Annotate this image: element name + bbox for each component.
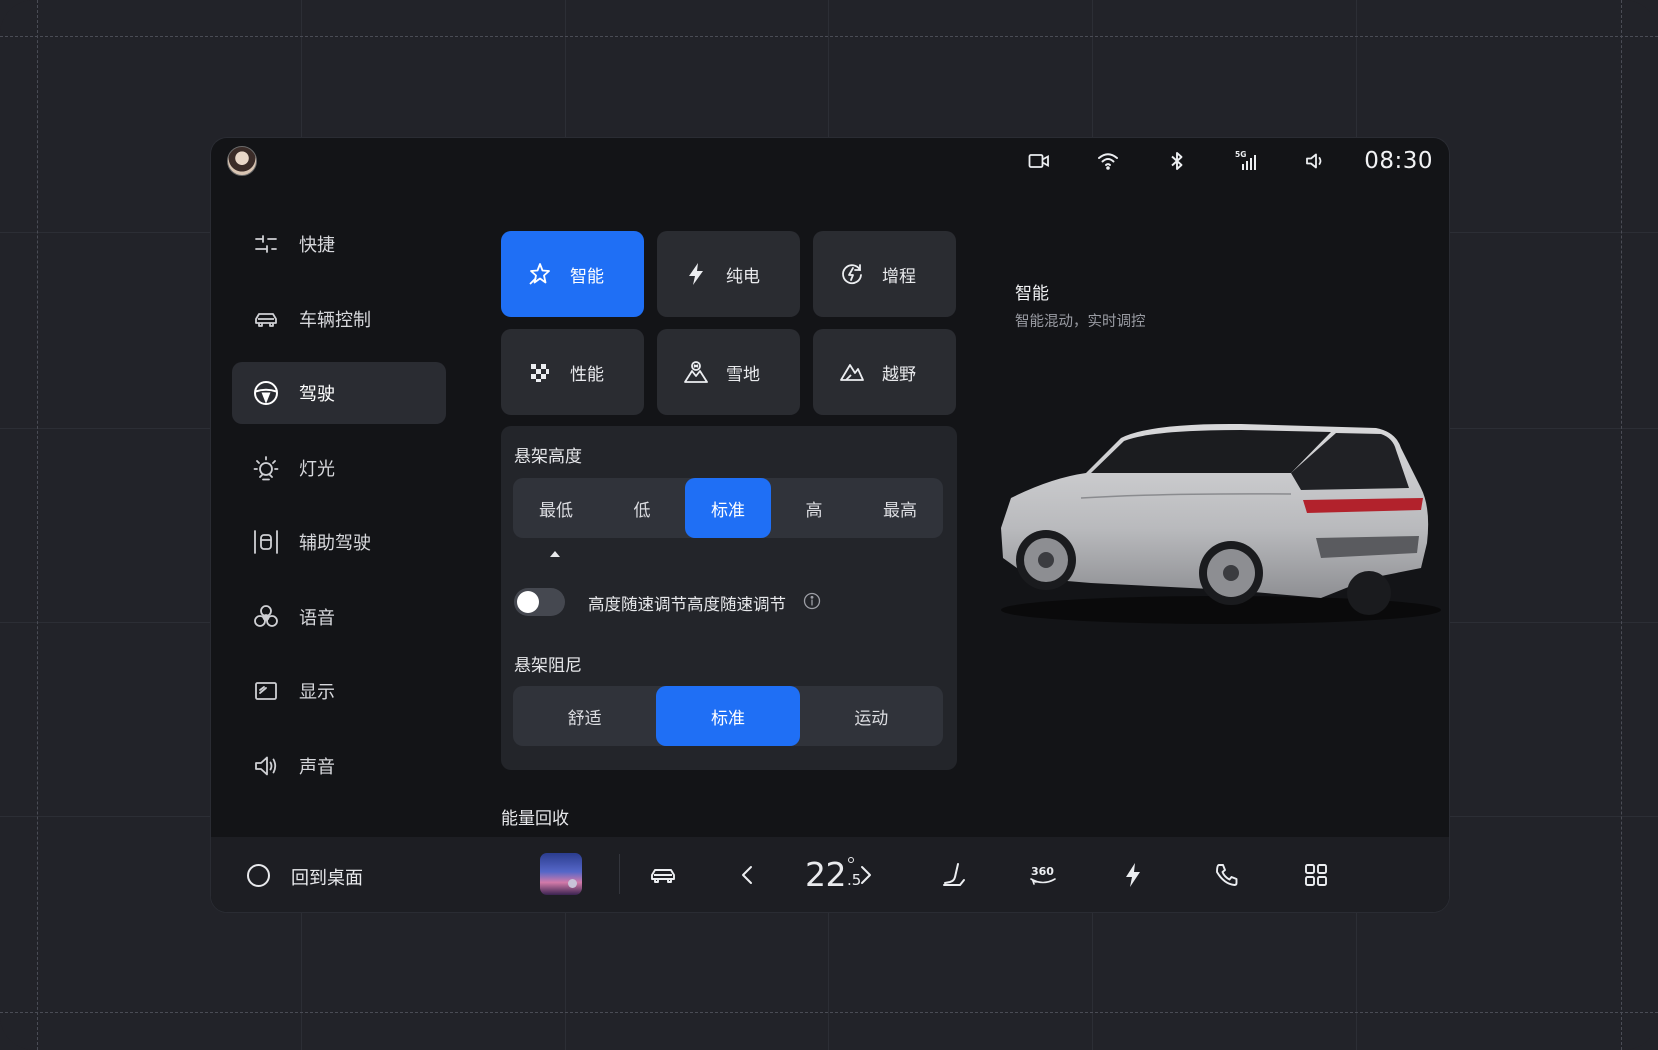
mode-button-range-extend[interactable]: 增程 — [813, 231, 956, 317]
sidebar-item-label: 快捷 — [299, 235, 335, 256]
dock-divider — [619, 854, 620, 894]
sidebar: 快捷 车辆控制 驾驶 灯光 辅助驾驶 语音 显示 声音 — [232, 213, 446, 823]
sidebar-item-display[interactable]: 显示 — [232, 660, 446, 722]
suspension-damping-selector: 舒适 标准 运动 — [513, 686, 943, 746]
charge-icon[interactable] — [1117, 859, 1149, 891]
seat-icon[interactable] — [939, 859, 971, 891]
toggle-knob — [517, 591, 539, 613]
wifi-icon[interactable] — [1095, 148, 1121, 174]
damping-option-comfort[interactable]: 舒适 — [513, 686, 656, 746]
suspension-panel: 悬架高度 最低 低 标准 高 最高 高度随速调节高度随速调节 悬架阻尼 舒适 标… — [501, 426, 957, 770]
height-option-lowest[interactable]: 最低 — [513, 478, 599, 538]
checkered-flag-icon — [526, 358, 554, 386]
temperature-value: 22 — [805, 855, 847, 894]
mode-button-ev[interactable]: 纯电 — [657, 231, 800, 317]
mode-label: 智能 — [570, 266, 604, 287]
car-icon[interactable] — [647, 859, 679, 891]
sidebar-item-label: 灯光 — [299, 458, 335, 480]
height-option-standard[interactable]: 标准 — [685, 478, 771, 538]
sidebar-item-label: 声音 — [299, 756, 335, 778]
height-option-low[interactable]: 低 — [599, 478, 685, 538]
smart-icon — [526, 260, 554, 288]
suspension-height-title: 悬架高度 — [514, 447, 582, 467]
app-grid-icon[interactable] — [1300, 859, 1332, 891]
sidebar-item-driver-assist[interactable]: 辅助驾驶 — [232, 511, 446, 573]
mode-button-performance[interactable]: 性能 — [501, 329, 644, 415]
guide-dashed — [37, 0, 38, 1050]
steering-wheel-icon — [251, 378, 281, 408]
bottom-dock: 回到桌面 22 .5 360 — [211, 837, 1449, 912]
home-button-label[interactable]: 回到桌面 — [291, 864, 363, 890]
volume-icon[interactable] — [1302, 148, 1328, 174]
svg-text:360: 360 — [1031, 865, 1054, 878]
light-icon — [251, 453, 281, 483]
car-screen: 5G 08:30 快捷 车辆控制 驾驶 灯光 辅助驾驶 语音 显示 声音 智能 … — [211, 138, 1449, 912]
mode-label: 雪地 — [726, 364, 760, 385]
chevron-left-icon[interactable] — [731, 859, 763, 891]
avatar[interactable] — [227, 146, 257, 176]
damping-option-sport[interactable]: 运动 — [800, 686, 943, 746]
home-button-icon[interactable] — [247, 864, 270, 887]
vehicle-image — [1001, 423, 1441, 624]
range-extend-icon — [838, 260, 866, 288]
mode-detail-title: 智能 — [1015, 284, 1049, 304]
mode-label: 纯电 — [726, 266, 760, 287]
media-thumbnail[interactable] — [540, 853, 582, 895]
mode-label: 性能 — [570, 364, 604, 385]
mode-label: 越野 — [882, 364, 916, 385]
mode-detail-subtitle: 智能混动，实时调控 — [1015, 314, 1146, 330]
camera-360-icon[interactable]: 360 — [1027, 859, 1059, 891]
guide-dashed — [0, 36, 1658, 37]
clock: 08:30 — [1364, 148, 1433, 174]
sidebar-item-sound[interactable]: 声音 — [232, 735, 446, 797]
mountain-icon — [838, 358, 866, 386]
suspension-height-selector: 最低 低 标准 高 最高 — [513, 478, 943, 538]
mode-button-offroad[interactable]: 越野 — [813, 329, 956, 415]
mode-label: 增程 — [882, 266, 916, 287]
sidebar-item-label: 车辆控制 — [299, 309, 371, 331]
sidebar-item-quick[interactable]: 快捷 — [232, 213, 446, 275]
signal-5g-icon: 5G — [1233, 148, 1259, 174]
lane-assist-icon — [251, 527, 281, 557]
sidebar-item-label: 显示 — [299, 682, 335, 703]
sidebar-item-label: 辅助驾驶 — [299, 533, 371, 554]
status-icons: 5G 08:30 — [983, 138, 1433, 184]
car-icon — [251, 304, 281, 334]
svg-text:5G: 5G — [1235, 150, 1246, 159]
sidebar-item-vehicle-control[interactable]: 车辆控制 — [232, 288, 446, 350]
speed-height-toggle[interactable] — [514, 588, 565, 616]
sidebar-item-voice[interactable]: 语音 — [232, 586, 446, 648]
mode-button-snow[interactable]: 雪地 — [657, 329, 800, 415]
status-bar: 5G 08:30 — [211, 138, 1449, 184]
sound-icon — [251, 751, 281, 781]
height-option-highest[interactable]: 最高 — [857, 478, 943, 538]
snow-icon — [682, 358, 710, 386]
voice-icon — [251, 602, 281, 632]
sidebar-item-lights[interactable]: 灯光 — [232, 437, 446, 499]
camera-icon[interactable] — [1026, 148, 1052, 174]
info-icon[interactable] — [803, 592, 821, 610]
bolt-icon — [682, 260, 710, 288]
sidebar-item-label: 驾驶 — [299, 384, 335, 405]
chevron-right-icon[interactable] — [850, 859, 882, 891]
guide-dashed — [0, 1012, 1658, 1013]
phone-icon[interactable] — [1211, 859, 1243, 891]
energy-recovery-title: 能量回收 — [501, 809, 569, 829]
bluetooth-icon[interactable] — [1164, 148, 1190, 174]
speed-height-toggle-label: 高度随速调节高度随速调节 — [588, 595, 786, 614]
display-icon — [251, 676, 281, 706]
mode-button-smart[interactable]: 智能 — [501, 231, 644, 317]
sidebar-item-driving[interactable]: 驾驶 — [232, 362, 446, 424]
sliders-icon — [251, 229, 281, 259]
sidebar-item-connect[interactable]: 连接 — [232, 809, 446, 823]
height-option-high[interactable]: 高 — [771, 478, 857, 538]
damping-option-standard[interactable]: 标准 — [656, 686, 800, 746]
sidebar-item-label: 语音 — [299, 607, 335, 629]
suspension-damping-title: 悬架阻尼 — [514, 656, 582, 676]
height-indicator-caret — [550, 551, 560, 557]
guide-dashed — [1621, 0, 1622, 1050]
